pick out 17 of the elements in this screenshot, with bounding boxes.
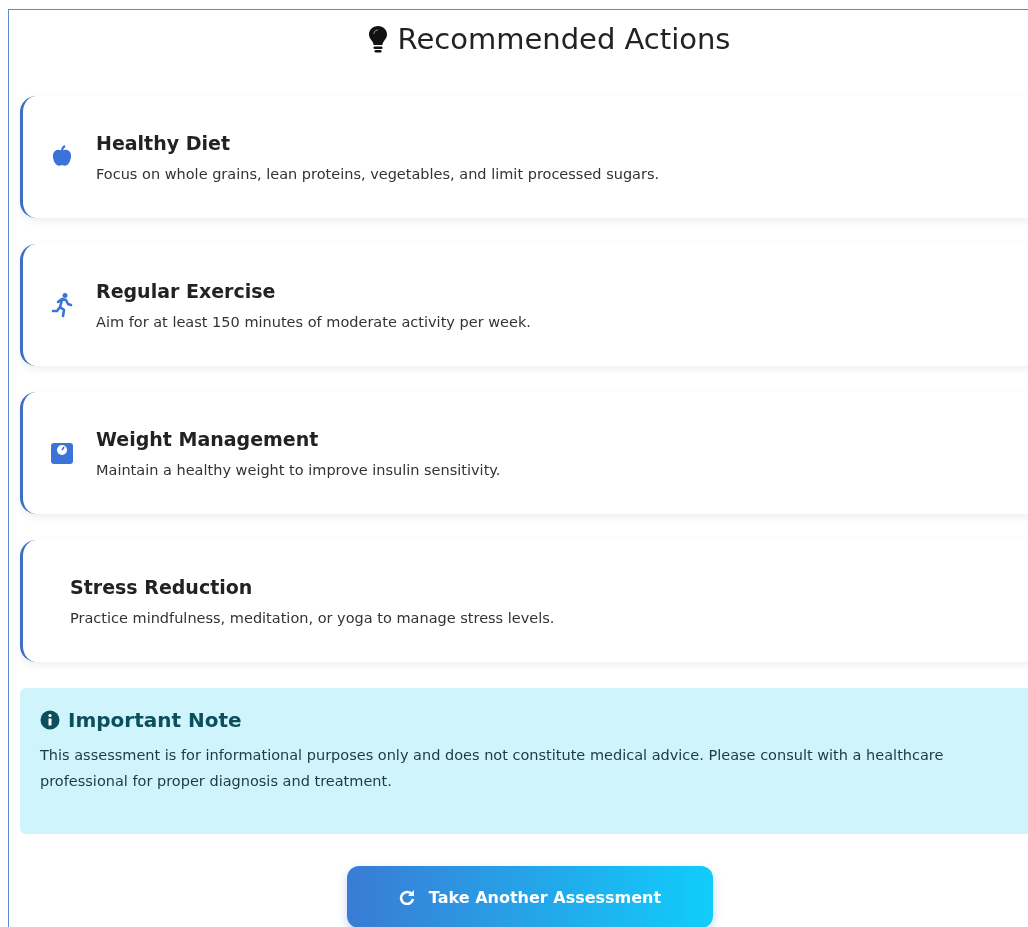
action-title: Weight Management xyxy=(96,428,320,450)
running-figure-icon xyxy=(50,292,74,318)
lightbulb-icon xyxy=(367,25,388,53)
action-title: Regular Exercise xyxy=(96,280,277,302)
info-icon xyxy=(40,710,60,730)
action-title: Healthy Diet xyxy=(96,132,231,154)
scale-icon xyxy=(50,440,74,466)
note-title: Important Note xyxy=(68,708,242,732)
action-description: Maintain a healthy weight to improve insulin sensitivity. xyxy=(96,462,501,478)
note-text: This assessment is for informational purposes only and does not constitute medical advice. Please consult with a healthcare professional for proper diagnosis and treatment. xyxy=(40,746,945,791)
retake-button[interactable]: Take Another Assessment xyxy=(347,866,713,927)
action-description: Aim for at least 150 minutes of moderate activity per week. xyxy=(96,314,531,330)
action-title: Stress Reduction xyxy=(70,576,254,598)
action-description: Focus on whole grains, lean proteins, vegetables, and limit processed sugars. xyxy=(96,166,660,182)
action-description: Practice mindfulness, meditation, or yoga to manage stress levels. xyxy=(70,610,555,626)
section-title: Recommended Actions xyxy=(397,22,731,56)
redo-icon xyxy=(398,889,415,905)
